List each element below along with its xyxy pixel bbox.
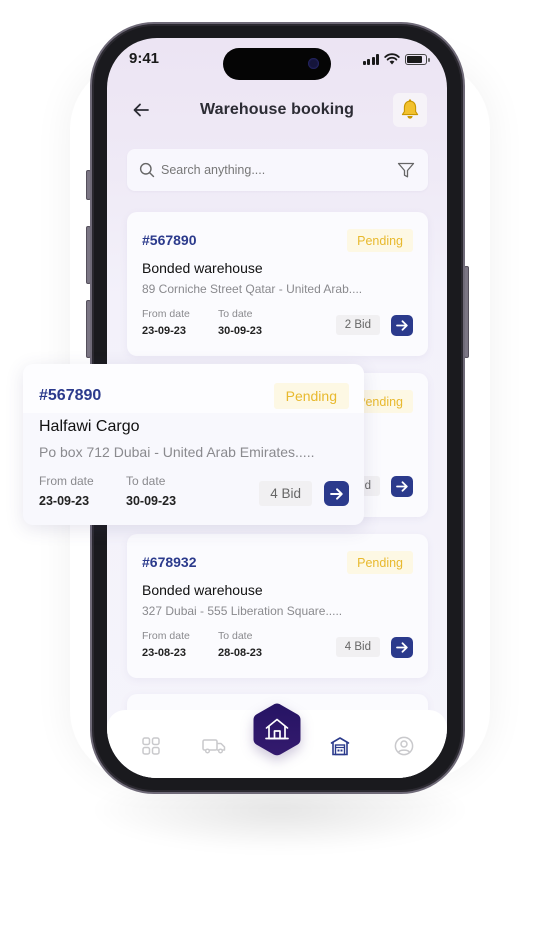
nav-profile[interactable] bbox=[391, 733, 417, 759]
search-bar bbox=[127, 149, 428, 191]
to-date: To date 30-09-23 bbox=[126, 474, 176, 508]
warehouse-address: 89 Corniche Street Qatar - United Arab..… bbox=[142, 282, 363, 296]
warehouse-name: Bonded warehouse bbox=[142, 260, 263, 276]
booking-id: #567890 bbox=[142, 232, 197, 248]
to-date-label: To date bbox=[126, 474, 166, 488]
from-date-label: From date bbox=[142, 308, 190, 320]
status-badge: Pending bbox=[347, 229, 413, 252]
from-date-label: From date bbox=[142, 630, 190, 642]
status-icons bbox=[362, 53, 430, 65]
to-date-value: 30-09-23 bbox=[218, 325, 263, 337]
from-date-value: 23-09-23 bbox=[142, 325, 187, 337]
warehouse-name: Halfawi Cargo bbox=[39, 418, 140, 435]
warehouse-icon bbox=[330, 737, 350, 756]
arrow-right-icon bbox=[396, 642, 408, 653]
open-booking-button[interactable] bbox=[391, 476, 413, 497]
user-circle-icon bbox=[394, 736, 414, 756]
nav-home-button[interactable] bbox=[252, 702, 302, 757]
featured-booking-card[interactable]: #567890 Pending Halfawi Cargo Po box 712… bbox=[23, 364, 364, 525]
arrow-right-icon bbox=[396, 481, 408, 492]
nav-dashboard[interactable] bbox=[138, 733, 164, 759]
to-date: To date 28-08-23 bbox=[218, 630, 262, 659]
bell-icon bbox=[401, 99, 419, 119]
truck-icon bbox=[202, 739, 226, 754]
to-date-value: 28-08-23 bbox=[218, 647, 263, 659]
dynamic-island bbox=[223, 48, 331, 80]
from-date: From date 23-09-23 bbox=[142, 308, 190, 337]
from-date: From date 23-08-23 bbox=[142, 630, 190, 659]
open-booking-button[interactable] bbox=[391, 637, 413, 658]
notification-button[interactable] bbox=[393, 93, 427, 127]
open-booking-button[interactable] bbox=[324, 481, 349, 506]
signal-icon bbox=[362, 53, 379, 65]
arrow-right-icon bbox=[396, 320, 408, 331]
grid-icon bbox=[142, 737, 160, 755]
from-date: From date 23-09-23 bbox=[39, 474, 94, 508]
warehouse-address: Po box 712 Dubai - United Arab Emirates.… bbox=[39, 444, 315, 460]
wifi-icon bbox=[384, 53, 400, 65]
booking-id: #678932 bbox=[142, 554, 197, 570]
open-booking-button[interactable] bbox=[391, 315, 413, 336]
warehouse-name: Bonded warehouse bbox=[142, 582, 263, 598]
status-time: 9:41 bbox=[129, 50, 160, 67]
to-date: To date 30-09-23 bbox=[218, 308, 262, 337]
booking-card[interactable]: #678932 Pending Bonded warehouse 327 Dub… bbox=[127, 534, 428, 678]
hexagon-button-bg bbox=[253, 703, 301, 756]
battery-icon bbox=[405, 53, 430, 65]
from-date-value: 23-08-23 bbox=[142, 647, 187, 659]
booking-id: #567890 bbox=[39, 387, 102, 404]
search-icon bbox=[139, 162, 155, 178]
bid-count: 4 Bid bbox=[259, 481, 312, 506]
bid-count: 2 Bid bbox=[335, 315, 380, 335]
camera-icon bbox=[308, 58, 319, 69]
booking-card[interactable]: #567890 Pending Bonded warehouse 89 Corn… bbox=[127, 212, 428, 356]
status-badge: Pending bbox=[347, 551, 413, 574]
bid-count: 4 Bid bbox=[335, 637, 380, 657]
from-date-label: From date bbox=[39, 474, 94, 488]
warehouse-address: 327 Dubai - 555 Liberation Square..... bbox=[142, 604, 343, 618]
to-date-label: To date bbox=[218, 308, 253, 320]
filter-button[interactable] bbox=[396, 160, 416, 180]
to-date-label: To date bbox=[218, 630, 253, 642]
search-input[interactable] bbox=[161, 163, 396, 177]
status-badge: Pending bbox=[273, 383, 349, 409]
nav-warehouse[interactable] bbox=[327, 733, 353, 759]
to-date-value: 30-09-23 bbox=[126, 494, 177, 508]
arrow-right-icon bbox=[330, 487, 343, 500]
filter-icon bbox=[397, 162, 415, 178]
nav-shipments[interactable] bbox=[201, 733, 227, 759]
from-date-value: 23-09-23 bbox=[39, 494, 90, 508]
